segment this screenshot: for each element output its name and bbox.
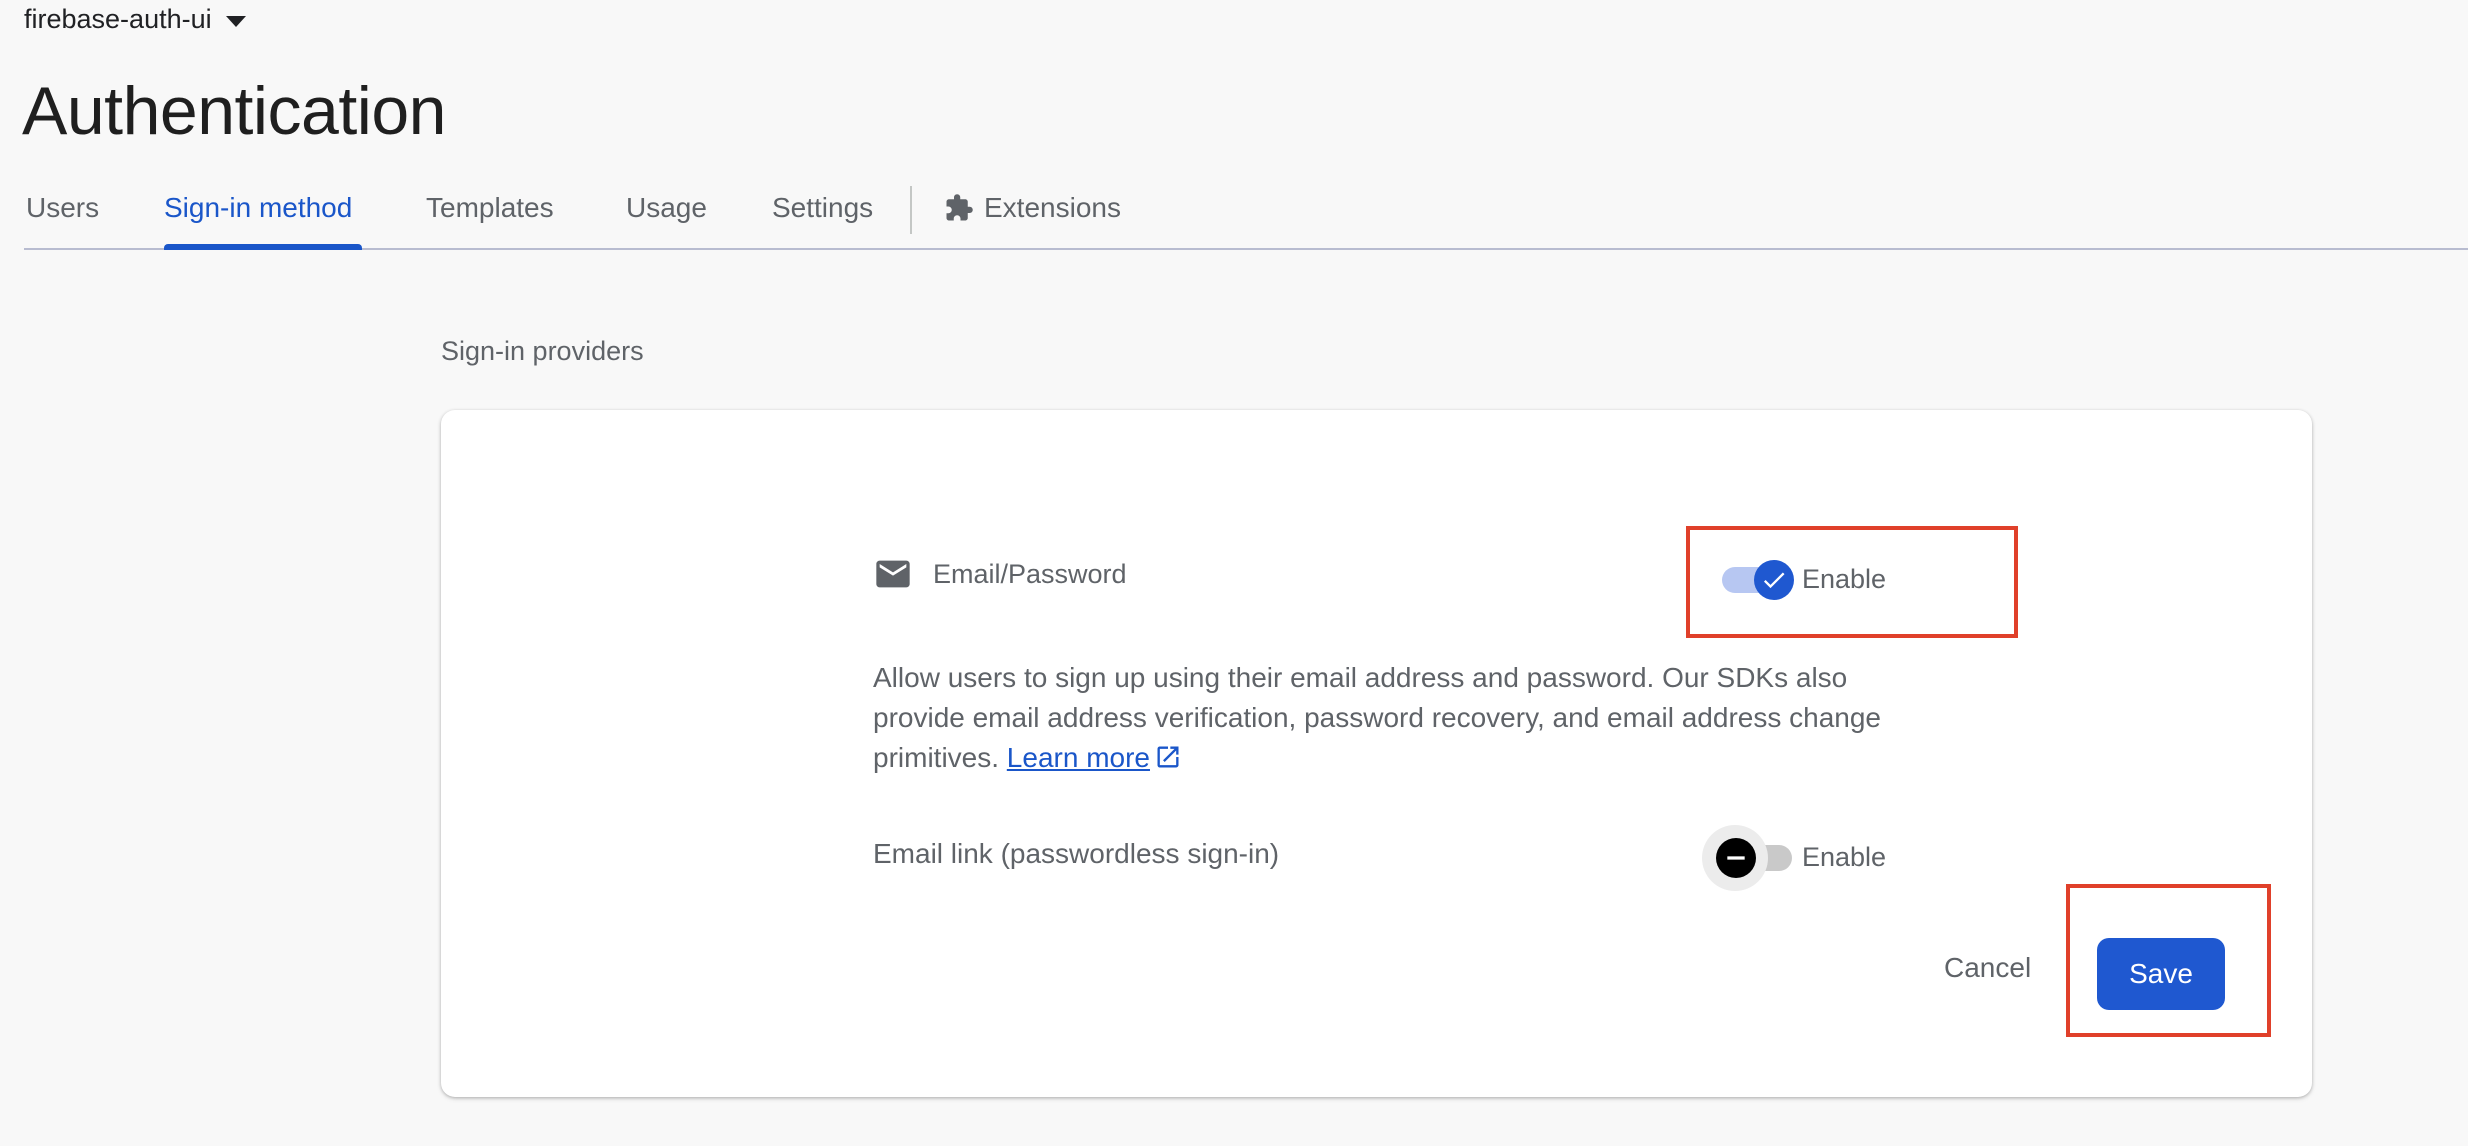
provider-label: Email/Password xyxy=(933,558,1127,589)
cancel-button[interactable]: Cancel xyxy=(1944,952,2031,984)
toggle-label: Enable xyxy=(1802,842,1887,872)
chevron-down-icon xyxy=(225,16,246,27)
mail-icon xyxy=(876,560,910,588)
minus-icon xyxy=(1727,855,1745,860)
toggle-knob-unchecked xyxy=(1716,837,1756,878)
highlight-box-toggle xyxy=(1686,526,2018,638)
highlight-box-save xyxy=(2066,884,2271,1037)
tab-users[interactable]: Users xyxy=(26,192,99,224)
learn-more-label: Learn more xyxy=(1006,742,1150,773)
provider-email-password: Email/Password xyxy=(873,554,1127,594)
provider-description: Allow users to sign up using their email… xyxy=(873,658,1893,778)
project-name: firebase-auth-ui xyxy=(24,4,212,34)
provider-email-link-label: Email link (passwordless sign-in) xyxy=(873,838,1280,869)
tab-bar: Users Sign-in method Templates Usage Set… xyxy=(24,178,2468,250)
external-link-icon xyxy=(1157,746,1179,768)
email-link-toggle[interactable]: Enable xyxy=(1702,824,1887,891)
tab-templates[interactable]: Templates xyxy=(426,192,554,224)
extensions-icon xyxy=(946,194,973,221)
tab-extensions[interactable]: Extensions xyxy=(944,192,1121,224)
tab-divider xyxy=(910,186,912,234)
project-selector[interactable]: firebase-auth-ui xyxy=(24,4,246,35)
page-title: Authentication xyxy=(22,73,446,149)
section-title: Sign-in providers xyxy=(441,336,644,366)
tab-settings[interactable]: Settings xyxy=(772,192,873,224)
learn-more-link[interactable]: Learn more xyxy=(1007,742,1150,773)
tab-usage[interactable]: Usage xyxy=(626,192,707,224)
toggle-track xyxy=(1702,824,1792,891)
tab-extensions-label: Extensions xyxy=(984,192,1121,223)
active-tab-indicator xyxy=(164,244,362,250)
tab-sign-in-method[interactable]: Sign-in method xyxy=(164,192,352,224)
